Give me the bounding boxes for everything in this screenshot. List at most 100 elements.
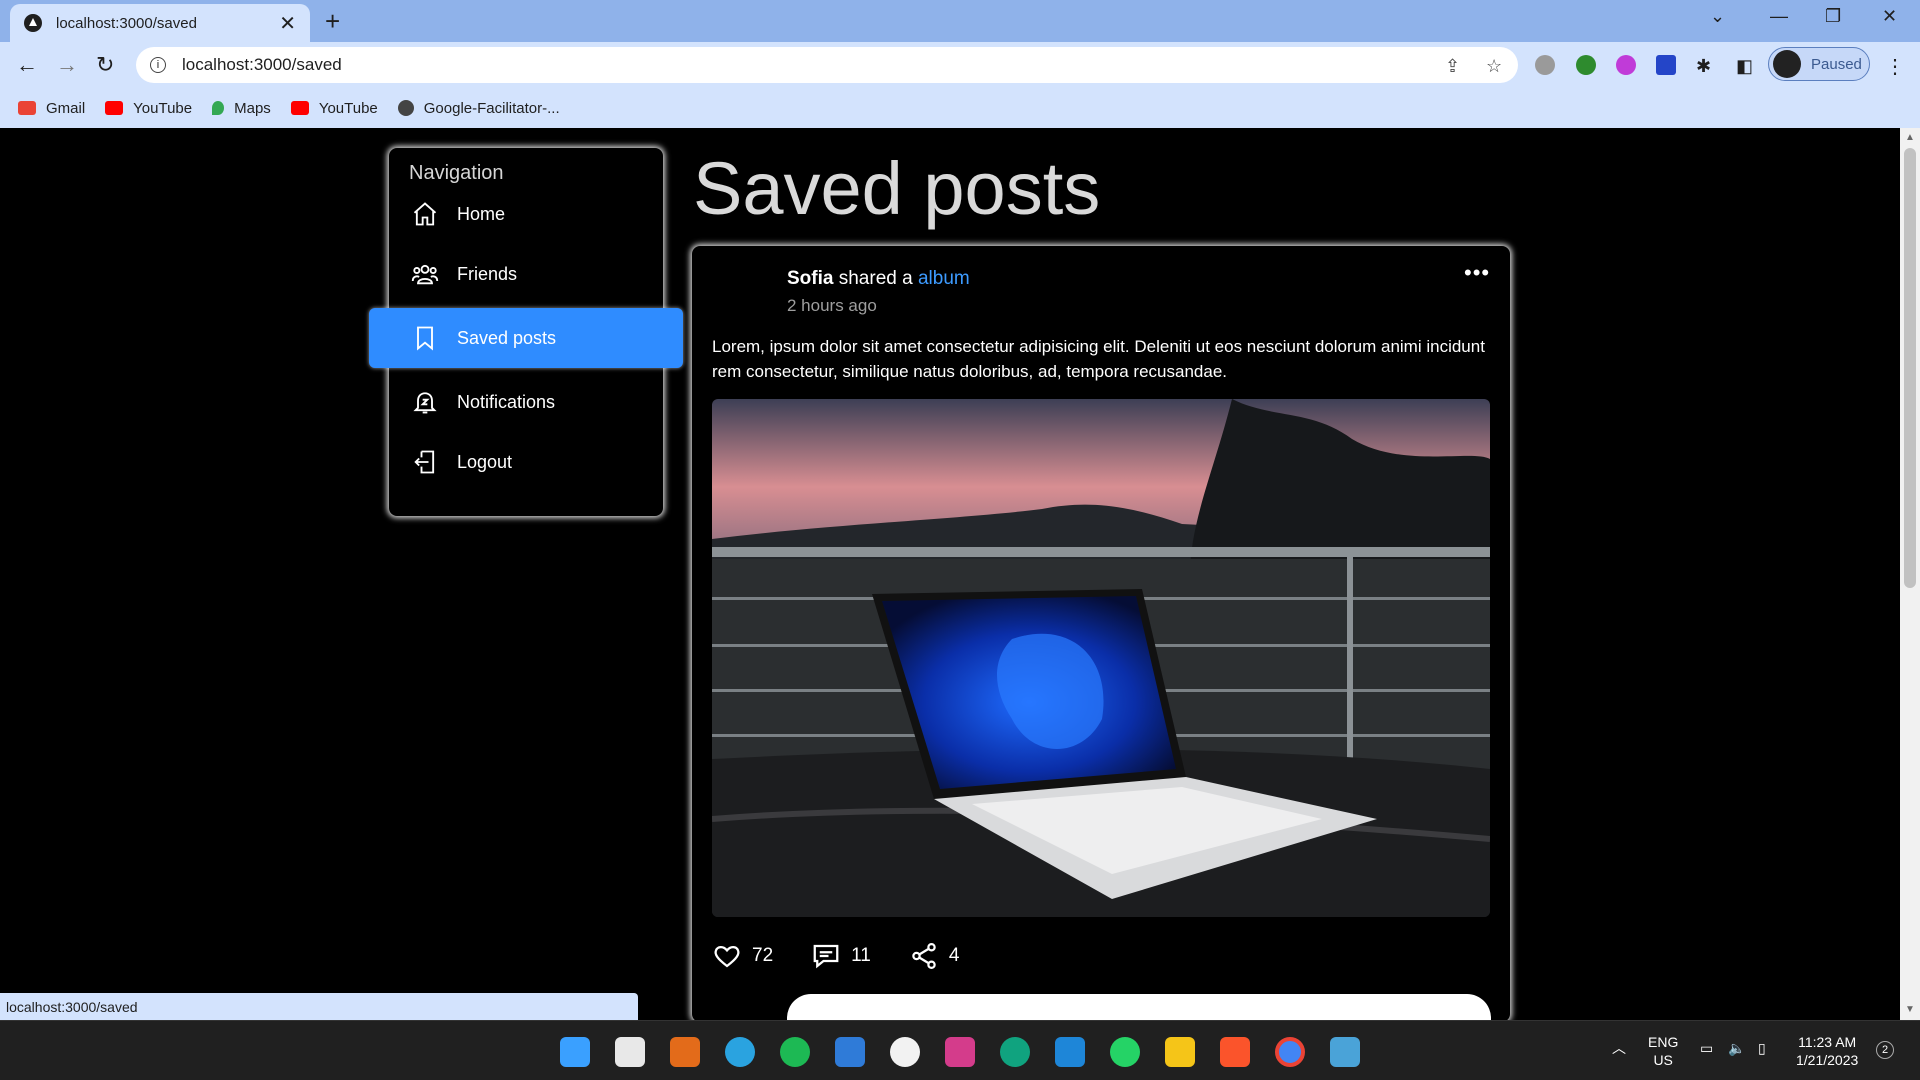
forward-icon[interactable]: → — [56, 52, 78, 78]
bookmark-label: YouTube — [133, 99, 193, 117]
nav-item-friends[interactable]: Friends — [389, 244, 663, 304]
spotify-icon[interactable] — [780, 1037, 810, 1067]
share-nodes-icon — [912, 943, 936, 969]
like-button[interactable]: 72 — [712, 941, 773, 971]
close-tab-icon[interactable]: ✕ — [279, 11, 296, 36]
bell-icon — [413, 392, 437, 414]
navigation-sidebar: Navigation Home Friends Saved posts Noti… — [369, 148, 683, 516]
browser-menu-icon[interactable]: ⋮ — [1885, 54, 1905, 79]
matlab-icon[interactable] — [670, 1037, 700, 1067]
chatgpt-icon[interactable] — [1000, 1037, 1030, 1067]
avatar — [1773, 50, 1801, 78]
page-viewport: Navigation Home Friends Saved posts Noti… — [0, 128, 1900, 1020]
post-author-line: Sofia shared a album — [787, 268, 970, 290]
comment-input[interactable] — [787, 994, 1491, 1020]
side-panel-icon[interactable]: ◧ — [1736, 56, 1753, 77]
post-action-text: shared a — [838, 268, 913, 289]
scrollbar-thumb[interactable] — [1904, 148, 1916, 588]
page-scrollbar[interactable]: ▲ ▼ — [1900, 128, 1920, 1020]
gmail-icon — [18, 101, 36, 115]
nav-item-label: Logout — [457, 451, 513, 472]
network-icon[interactable]: ▭ — [1700, 1039, 1713, 1057]
scroll-down-icon[interactable]: ▼ — [1905, 1004, 1915, 1015]
like-count: 72 — [752, 945, 774, 966]
minimize-icon[interactable]: — — [1770, 6, 1788, 27]
post-actions: 72 11 4 — [712, 941, 997, 971]
extensions-puzzle-icon[interactable]: ✱ — [1696, 56, 1711, 77]
logout-icon — [414, 450, 435, 474]
todo-icon[interactable] — [835, 1037, 865, 1067]
extension-bug-icon[interactable] — [1535, 55, 1555, 75]
close-window-icon[interactable]: ✕ — [1882, 6, 1897, 27]
bookmark-youtube-2[interactable]: YouTube — [290, 100, 378, 117]
vscode-icon[interactable] — [1055, 1037, 1085, 1067]
clock[interactable]: 11:23 AM 1/21/2023 — [1796, 1033, 1858, 1069]
brave-icon[interactable] — [1220, 1037, 1250, 1067]
share-icon[interactable]: ⇪ — [1445, 56, 1460, 77]
friends-icon — [411, 264, 439, 285]
nav-item-home[interactable]: Home — [389, 184, 663, 244]
extension-tree-icon[interactable] — [1576, 55, 1596, 75]
post-image[interactable] — [712, 399, 1490, 917]
bookmark-label: Google-Facilitator-... — [423, 99, 560, 117]
page-title: Saved posts — [693, 147, 1101, 230]
site-favicon-icon — [24, 14, 42, 32]
tab-title: localhost:3000/saved — [56, 14, 197, 32]
bookmark-label: Maps — [234, 99, 271, 117]
laptop-photo — [712, 399, 1490, 917]
back-icon[interactable]: ← — [16, 52, 38, 78]
album-link[interactable]: album — [918, 268, 970, 289]
status-bar-url: localhost:3000/saved — [0, 993, 638, 1020]
tab-search-icon[interactable]: ⌄ — [1710, 6, 1725, 27]
volume-icon[interactable]: 🔈 — [1728, 1039, 1745, 1057]
task-view-icon[interactable] — [615, 1037, 645, 1067]
home-icon — [413, 202, 437, 226]
maps-icon — [212, 101, 225, 115]
bookmark-github[interactable]: Google-Facilitator-... — [397, 99, 560, 117]
chrome-icon[interactable] — [1275, 1037, 1305, 1067]
extension-purple-icon[interactable] — [1616, 55, 1636, 75]
battery-icon[interactable]: ▯ — [1758, 1039, 1766, 1057]
bookmark-gmail[interactable]: Gmail — [18, 100, 85, 117]
telegram-icon[interactable] — [725, 1037, 755, 1067]
notification-count-badge[interactable]: 2 — [1876, 1041, 1894, 1059]
whatsapp-icon[interactable] — [1110, 1037, 1140, 1067]
extension-triangle-icon[interactable] — [1656, 55, 1676, 75]
github-icon — [397, 100, 414, 116]
reload-icon[interactable]: ↻ — [96, 52, 114, 78]
nav-item-logout[interactable]: Logout — [389, 432, 663, 492]
language-indicator[interactable]: ENG US — [1648, 1033, 1678, 1069]
upwork-icon[interactable] — [890, 1037, 920, 1067]
youtube-icon — [105, 101, 124, 115]
address-bar[interactable]: i localhost:3000/saved — [136, 47, 1518, 83]
nav-item-label: Home — [457, 203, 506, 224]
tray-chevron-icon[interactable]: ︿ — [1612, 1039, 1626, 1057]
nav-item-saved-posts[interactable]: Saved posts — [369, 308, 683, 368]
start-icon[interactable] — [560, 1037, 590, 1067]
post-author-name[interactable]: Sofia — [787, 268, 833, 289]
bookmark-maps[interactable]: Maps — [212, 100, 271, 117]
bookmark-youtube[interactable]: YouTube — [105, 100, 192, 117]
nav-item-notifications[interactable]: Notifications — [389, 372, 663, 432]
navigation-heading: Navigation — [409, 162, 504, 184]
bookmark-star-icon[interactable]: ☆ — [1486, 56, 1502, 77]
scroll-up-icon[interactable]: ▲ — [1905, 132, 1915, 143]
comment-button[interactable]: 11 — [811, 941, 871, 971]
terminal-icon[interactable] — [945, 1037, 975, 1067]
restore-icon[interactable]: ❐ — [1825, 6, 1841, 27]
share-count: 4 — [948, 945, 960, 966]
more-options-icon[interactable]: ••• — [1464, 260, 1490, 286]
profile-button[interactable]: Paused — [1768, 47, 1870, 81]
bookmark-icon — [417, 326, 433, 351]
browser-tab[interactable]: localhost:3000/saved ✕ — [10, 4, 310, 42]
notepad-icon[interactable] — [1330, 1037, 1360, 1067]
file-explorer-icon[interactable] — [1165, 1037, 1195, 1067]
post-text: Lorem, ipsum dolor sit amet consectetur … — [712, 337, 1485, 381]
share-button[interactable]: 4 — [909, 941, 960, 971]
nav-item-label: Notifications — [457, 391, 556, 412]
new-tab-icon[interactable]: + — [325, 6, 340, 37]
site-info-icon[interactable]: i — [150, 57, 166, 73]
address-text[interactable]: localhost:3000/saved — [182, 55, 342, 75]
post-timestamp: 2 hours ago — [787, 296, 877, 315]
youtube-icon — [290, 101, 309, 115]
